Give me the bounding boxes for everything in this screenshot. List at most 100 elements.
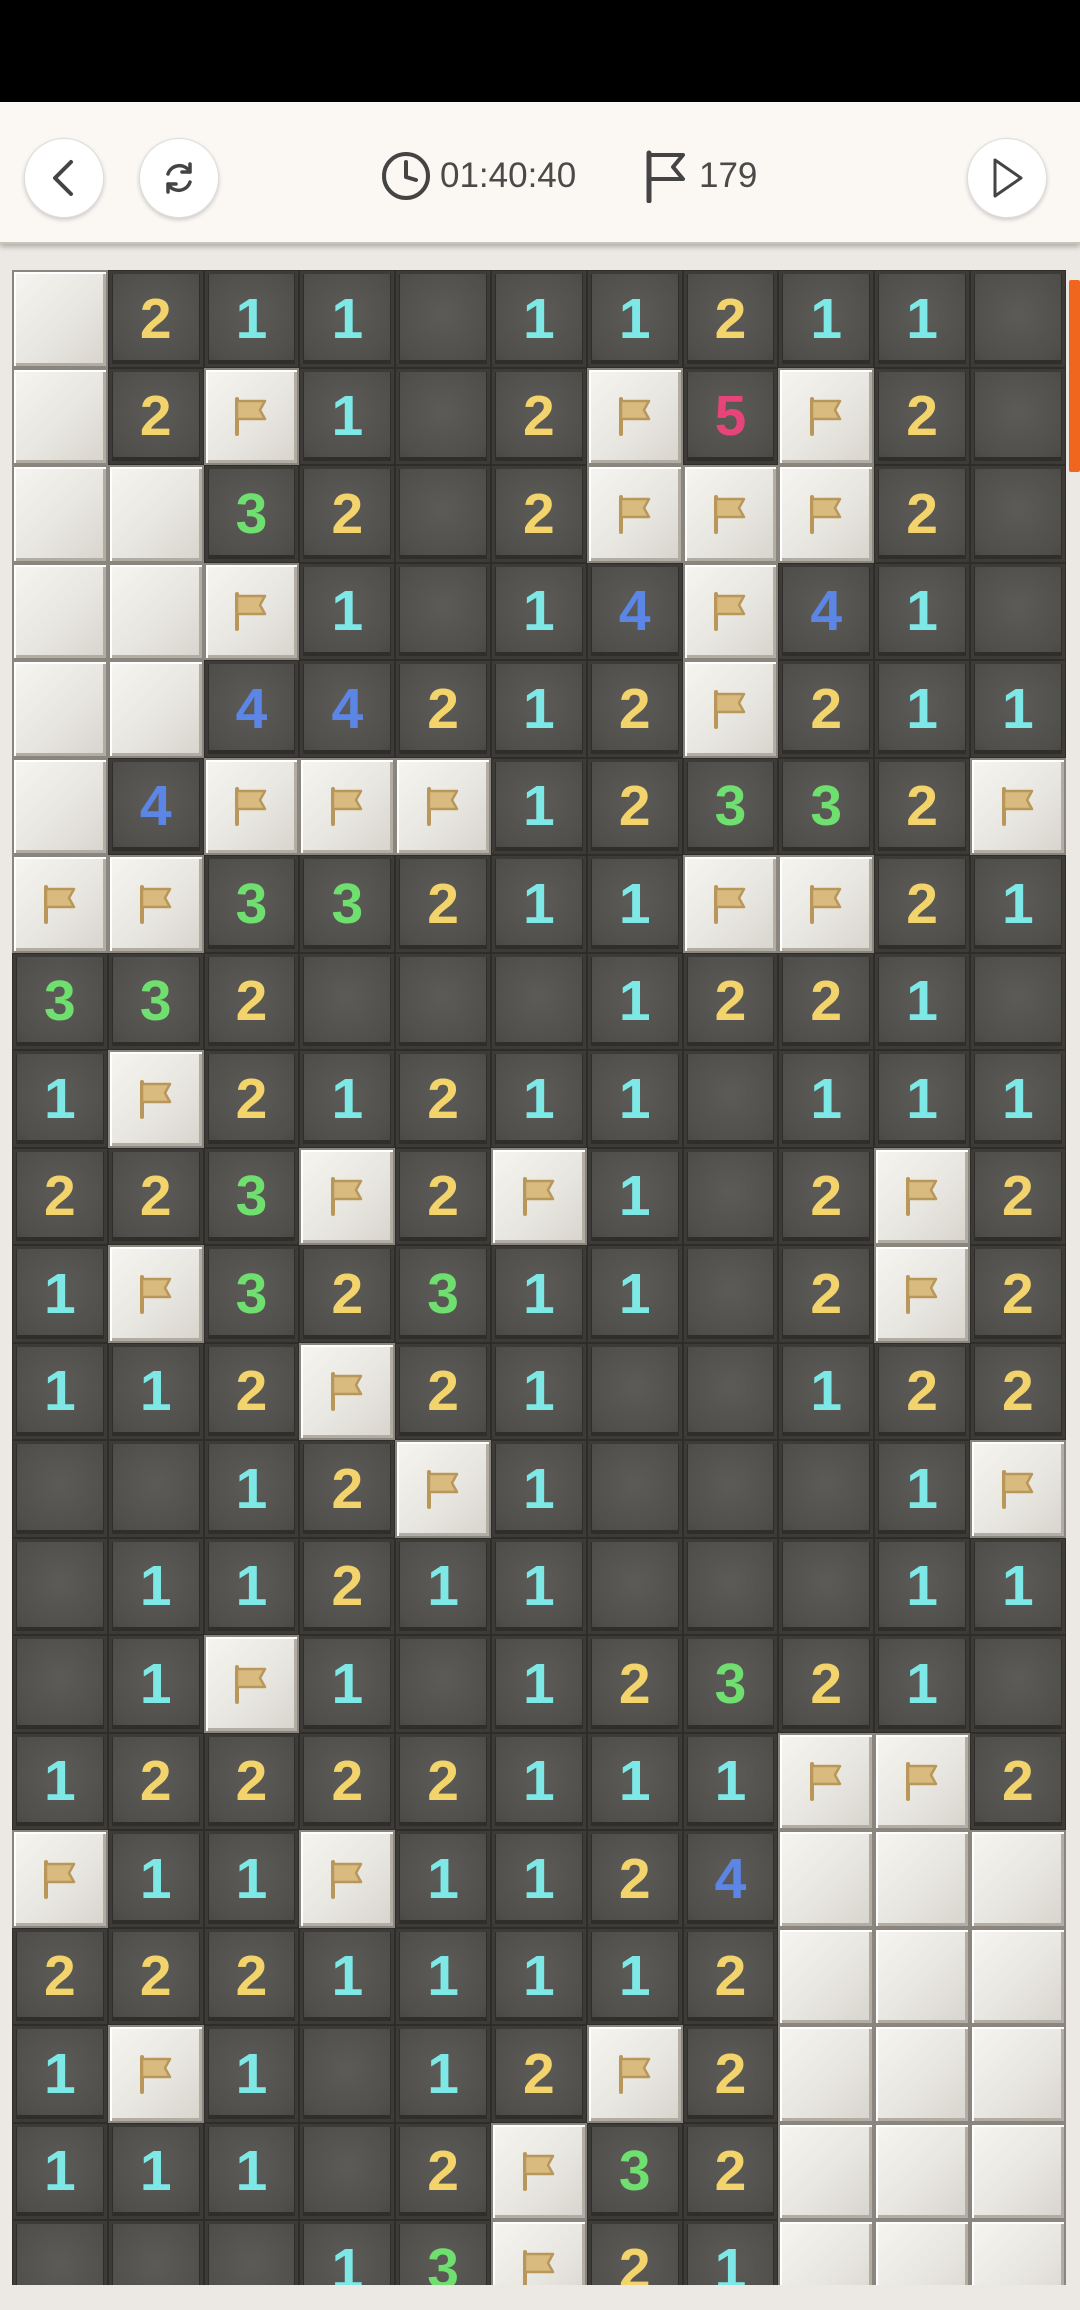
flagged-tile[interactable] bbox=[299, 1342, 396, 1440]
number-tile[interactable]: 1 bbox=[395, 2025, 491, 2123]
flagged-tile[interactable] bbox=[203, 757, 300, 855]
empty-tile[interactable] bbox=[395, 270, 491, 368]
number-tile[interactable]: 1 bbox=[203, 2122, 300, 2220]
empty-tile[interactable] bbox=[682, 1342, 779, 1440]
number-tile[interactable]: 1 bbox=[299, 1050, 396, 1148]
number-tile[interactable]: 2 bbox=[203, 1732, 300, 1830]
number-tile[interactable]: 1 bbox=[107, 1537, 204, 1635]
number-tile[interactable]: 2 bbox=[299, 1440, 396, 1538]
covered-tile[interactable] bbox=[778, 2220, 875, 2285]
empty-tile[interactable] bbox=[586, 1440, 683, 1538]
flagged-tile[interactable] bbox=[203, 562, 300, 660]
empty-tile[interactable] bbox=[12, 1635, 108, 1733]
number-tile[interactable]: 1 bbox=[874, 660, 970, 758]
flagged-tile[interactable] bbox=[682, 855, 779, 953]
number-tile[interactable]: 2 bbox=[395, 2122, 491, 2220]
empty-tile[interactable] bbox=[395, 562, 491, 660]
number-tile[interactable]: 4 bbox=[586, 562, 683, 660]
number-tile[interactable]: 1 bbox=[490, 1537, 587, 1635]
number-tile[interactable]: 2 bbox=[778, 1245, 875, 1343]
empty-tile[interactable] bbox=[12, 1440, 108, 1538]
covered-tile[interactable] bbox=[969, 1927, 1066, 2025]
number-tile[interactable]: 1 bbox=[203, 270, 300, 368]
number-tile[interactable]: 3 bbox=[395, 2220, 491, 2285]
number-tile[interactable]: 3 bbox=[682, 1635, 779, 1733]
flagged-tile[interactable] bbox=[586, 367, 683, 465]
covered-tile[interactable] bbox=[969, 1830, 1066, 1928]
flagged-tile[interactable] bbox=[12, 855, 108, 953]
number-tile[interactable]: 2 bbox=[586, 757, 683, 855]
number-tile[interactable]: 1 bbox=[778, 1050, 875, 1148]
number-tile[interactable]: 3 bbox=[395, 1245, 491, 1343]
empty-tile[interactable] bbox=[969, 465, 1066, 563]
number-tile[interactable]: 1 bbox=[299, 270, 396, 368]
flagged-tile[interactable] bbox=[490, 1147, 587, 1245]
number-tile[interactable]: 1 bbox=[490, 1440, 587, 1538]
number-tile[interactable]: 1 bbox=[203, 1440, 300, 1538]
covered-tile[interactable] bbox=[12, 465, 108, 563]
empty-tile[interactable] bbox=[395, 367, 491, 465]
number-tile[interactable]: 1 bbox=[12, 2122, 108, 2220]
empty-tile[interactable] bbox=[395, 1635, 491, 1733]
empty-tile[interactable] bbox=[682, 1245, 779, 1343]
empty-tile[interactable] bbox=[490, 952, 587, 1050]
restart-button[interactable] bbox=[139, 138, 219, 218]
number-tile[interactable]: 2 bbox=[874, 855, 970, 953]
number-tile[interactable]: 1 bbox=[874, 1440, 970, 1538]
flagged-tile[interactable] bbox=[12, 1830, 108, 1928]
flagged-tile[interactable] bbox=[490, 2220, 587, 2285]
number-tile[interactable]: 2 bbox=[107, 1927, 204, 2025]
number-tile[interactable]: 1 bbox=[969, 855, 1066, 953]
flagged-tile[interactable] bbox=[107, 1050, 204, 1148]
number-tile[interactable]: 1 bbox=[490, 660, 587, 758]
empty-tile[interactable] bbox=[969, 270, 1066, 368]
covered-tile[interactable] bbox=[12, 562, 108, 660]
number-tile[interactable]: 1 bbox=[874, 1537, 970, 1635]
flagged-tile[interactable] bbox=[969, 1440, 1066, 1538]
covered-tile[interactable] bbox=[107, 465, 204, 563]
number-tile[interactable]: 3 bbox=[778, 757, 875, 855]
number-tile[interactable]: 1 bbox=[874, 1050, 970, 1148]
number-tile[interactable]: 3 bbox=[107, 952, 204, 1050]
number-tile[interactable]: 1 bbox=[586, 1245, 683, 1343]
number-tile[interactable]: 2 bbox=[586, 660, 683, 758]
covered-tile[interactable] bbox=[12, 660, 108, 758]
scroll-indicator[interactable] bbox=[1069, 280, 1080, 472]
empty-tile[interactable] bbox=[969, 1635, 1066, 1733]
number-tile[interactable]: 1 bbox=[586, 952, 683, 1050]
flagged-tile[interactable] bbox=[107, 855, 204, 953]
number-tile[interactable]: 2 bbox=[969, 1342, 1066, 1440]
number-tile[interactable]: 2 bbox=[299, 465, 396, 563]
number-tile[interactable]: 2 bbox=[107, 1732, 204, 1830]
number-tile[interactable]: 2 bbox=[203, 952, 300, 1050]
number-tile[interactable]: 4 bbox=[299, 660, 396, 758]
number-tile[interactable]: 2 bbox=[395, 1342, 491, 1440]
number-tile[interactable]: 3 bbox=[12, 952, 108, 1050]
number-tile[interactable]: 2 bbox=[874, 367, 970, 465]
number-tile[interactable]: 2 bbox=[586, 1830, 683, 1928]
number-tile[interactable]: 2 bbox=[203, 1927, 300, 2025]
flagged-tile[interactable] bbox=[299, 757, 396, 855]
number-tile[interactable]: 2 bbox=[490, 367, 587, 465]
flagged-tile[interactable] bbox=[203, 1635, 300, 1733]
number-tile[interactable]: 1 bbox=[395, 1927, 491, 2025]
number-tile[interactable]: 1 bbox=[874, 952, 970, 1050]
number-tile[interactable]: 2 bbox=[682, 270, 779, 368]
empty-tile[interactable] bbox=[969, 367, 1066, 465]
number-tile[interactable]: 3 bbox=[203, 855, 300, 953]
empty-tile[interactable] bbox=[299, 952, 396, 1050]
covered-tile[interactable] bbox=[12, 367, 108, 465]
covered-tile[interactable] bbox=[874, 1927, 970, 2025]
number-tile[interactable]: 1 bbox=[107, 1342, 204, 1440]
number-tile[interactable]: 1 bbox=[203, 1537, 300, 1635]
number-tile[interactable]: 1 bbox=[203, 2025, 300, 2123]
number-tile[interactable]: 2 bbox=[969, 1147, 1066, 1245]
flagged-tile[interactable] bbox=[778, 465, 875, 563]
number-tile[interactable]: 1 bbox=[395, 1830, 491, 1928]
covered-tile[interactable] bbox=[778, 1830, 875, 1928]
covered-tile[interactable] bbox=[969, 2220, 1066, 2285]
number-tile[interactable]: 4 bbox=[107, 757, 204, 855]
number-tile[interactable]: 1 bbox=[203, 1830, 300, 1928]
number-tile[interactable]: 1 bbox=[12, 1245, 108, 1343]
number-tile[interactable]: 5 bbox=[682, 367, 779, 465]
